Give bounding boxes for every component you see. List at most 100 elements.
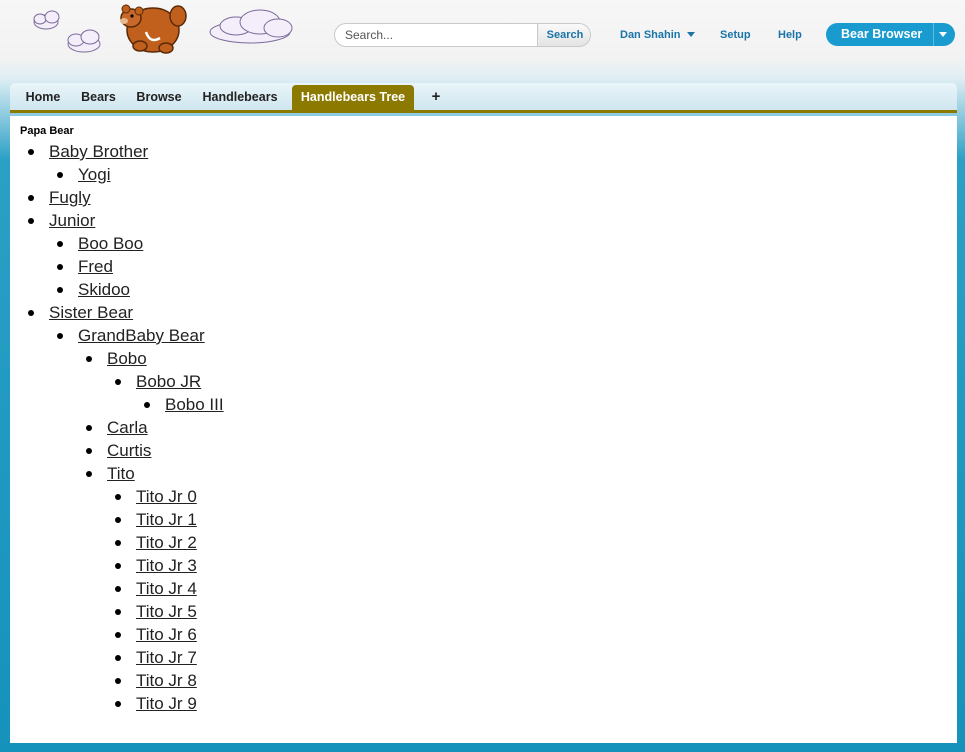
bullet-icon — [144, 402, 150, 408]
tree-node: Tito Jr 0 — [115, 485, 224, 508]
main-content: Papa Bear Baby Brother Yogi Fugly Junior Boo… — [10, 116, 957, 743]
tab-bar: Home Bears Browse Handlebears Handlebear… — [10, 83, 957, 113]
bullet-icon — [57, 287, 63, 293]
tree-node-link[interactable]: Tito Jr 4 — [136, 579, 197, 598]
tree-node-link[interactable]: Tito Jr 5 — [136, 602, 197, 621]
bullet-icon — [57, 264, 63, 270]
tree-node-link[interactable]: Curtis — [107, 441, 151, 460]
bullet-icon — [115, 701, 121, 707]
tree-sublist: Bobo Bobo JR Bobo III Carla Curtis Tito Tito J… — [86, 347, 224, 715]
bullet-icon — [86, 425, 92, 431]
tree-node: Bobo III — [144, 393, 224, 416]
bullet-icon — [28, 195, 34, 201]
tab-bears[interactable]: Bears — [76, 83, 121, 110]
tree-node: Tito Jr 4 — [115, 577, 224, 600]
bullet-icon — [115, 609, 121, 615]
tree-node: Tito Jr 5 — [115, 600, 224, 623]
tab-handlebears-tree[interactable]: Handlebears Tree — [292, 85, 414, 110]
tree-node: Bobo Bobo JR Bobo III — [86, 347, 224, 416]
tree-node: Baby Brother Yogi — [28, 140, 224, 186]
tree-node: Skidoo — [57, 278, 224, 301]
chevron-down-icon — [939, 32, 947, 37]
tree-node: Tito Tito Jr 0 Tito Jr 1 Tito Jr 2 Tito Jr 3… — [86, 462, 224, 715]
bullet-icon — [115, 540, 121, 546]
tree-root-label: Papa Bear — [20, 125, 74, 137]
bullet-icon — [115, 517, 121, 523]
tab-browse[interactable]: Browse — [130, 83, 188, 110]
tree-node-link[interactable]: Tito Jr 0 — [136, 487, 197, 506]
app-name: Bear Browser — [841, 27, 923, 41]
tree-node: Tito Jr 9 — [115, 692, 224, 715]
bullet-icon — [57, 172, 63, 178]
tree-node-link[interactable]: Baby Brother — [49, 142, 148, 161]
tree-node: Tito Jr 3 — [115, 554, 224, 577]
divider — [933, 23, 934, 46]
tree-sublist: Bobo III — [144, 393, 224, 416]
bullet-icon — [115, 655, 121, 661]
tree-node-link[interactable]: Bobo JR — [136, 372, 201, 391]
bear-logo-icon — [33, 4, 293, 54]
tree-node-link[interactable]: Bobo — [107, 349, 147, 368]
bullet-icon — [86, 471, 92, 477]
tree-node-link[interactable]: Tito Jr 2 — [136, 533, 197, 552]
header: Search Dan Shahin Setup Help Bear Browse… — [0, 0, 965, 80]
bullet-icon — [115, 379, 121, 385]
tree-node-link[interactable]: Tito Jr 6 — [136, 625, 197, 644]
tree-node-link[interactable]: Tito Jr 8 — [136, 671, 197, 690]
tree-node: Fred — [57, 255, 224, 278]
tree-node-link[interactable]: Boo Boo — [78, 234, 143, 253]
tree-node-link[interactable]: Sister Bear — [49, 303, 133, 322]
bullet-icon — [115, 678, 121, 684]
tree-node: Tito Jr 8 — [115, 669, 224, 692]
tab-home[interactable]: Home — [16, 83, 70, 110]
tree-node-link[interactable]: Tito — [107, 464, 135, 483]
tree-node-link[interactable]: Skidoo — [78, 280, 130, 299]
bullet-icon — [86, 356, 92, 362]
tree-node-link[interactable]: Junior — [49, 211, 95, 230]
tree-node-link[interactable]: Fugly — [49, 188, 91, 207]
tree-sublist: Bobo JR Bobo III — [115, 370, 224, 416]
tree-node: Tito Jr 7 — [115, 646, 224, 669]
tree-node-link[interactable]: Carla — [107, 418, 148, 437]
tree-list: Baby Brother Yogi Fugly Junior Boo Boo Fred Sk… — [20, 140, 224, 715]
app-switcher-button[interactable]: Bear Browser — [826, 23, 955, 46]
tree-node: Tito Jr 6 — [115, 623, 224, 646]
user-menu[interactable]: Dan Shahin — [620, 29, 695, 41]
tab-handlebears[interactable]: Handlebears — [198, 83, 282, 110]
tree-node: Carla — [86, 416, 224, 439]
tree-node: Curtis — [86, 439, 224, 462]
bullet-icon — [57, 333, 63, 339]
tree-node-link[interactable]: GrandBaby Bear — [78, 326, 205, 345]
tree-node-link[interactable]: Tito Jr 1 — [136, 510, 197, 529]
tree-node-link[interactable]: Tito Jr 9 — [136, 694, 197, 713]
tree-node: Boo Boo — [57, 232, 224, 255]
search-button[interactable]: Search — [539, 24, 590, 46]
bullet-icon — [28, 310, 34, 316]
bullet-icon — [115, 563, 121, 569]
tree-sublist: Tito Jr 0 Tito Jr 1 Tito Jr 2 Tito Jr 3 Tito… — [115, 485, 224, 715]
tree-node-link[interactable]: Bobo III — [165, 395, 224, 414]
bullet-icon — [28, 149, 34, 155]
search-box: Search — [334, 23, 591, 47]
bullet-icon — [28, 218, 34, 224]
bullet-icon — [115, 586, 121, 592]
help-link[interactable]: Help — [778, 29, 802, 41]
bullet-icon — [115, 494, 121, 500]
tree-node-link[interactable]: Tito Jr 7 — [136, 648, 197, 667]
user-name: Dan Shahin — [620, 29, 681, 41]
setup-link[interactable]: Setup — [720, 29, 751, 41]
bullet-icon — [57, 241, 63, 247]
tree-node: Yogi — [57, 163, 224, 186]
tree-node: Fugly — [28, 186, 224, 209]
tree-node: Sister Bear GrandBaby Bear Bobo Bobo JR Bobo… — [28, 301, 224, 715]
tree-sublist: Boo Boo Fred Skidoo — [57, 232, 224, 301]
chevron-down-icon — [686, 32, 695, 37]
tree-sublist: Yogi — [57, 163, 224, 186]
tree-node-link[interactable]: Tito Jr 3 — [136, 556, 197, 575]
tree-node-link[interactable]: Yogi — [78, 165, 110, 184]
add-tab-button[interactable]: + — [426, 83, 446, 110]
bear-tree: Baby Brother Yogi Fugly Junior Boo Boo Fred Sk… — [20, 140, 224, 715]
tree-node-link[interactable]: Fred — [78, 257, 113, 276]
search-input[interactable] — [335, 24, 538, 46]
tree-sublist: GrandBaby Bear Bobo Bobo JR Bobo III Carla Cu… — [57, 324, 224, 715]
